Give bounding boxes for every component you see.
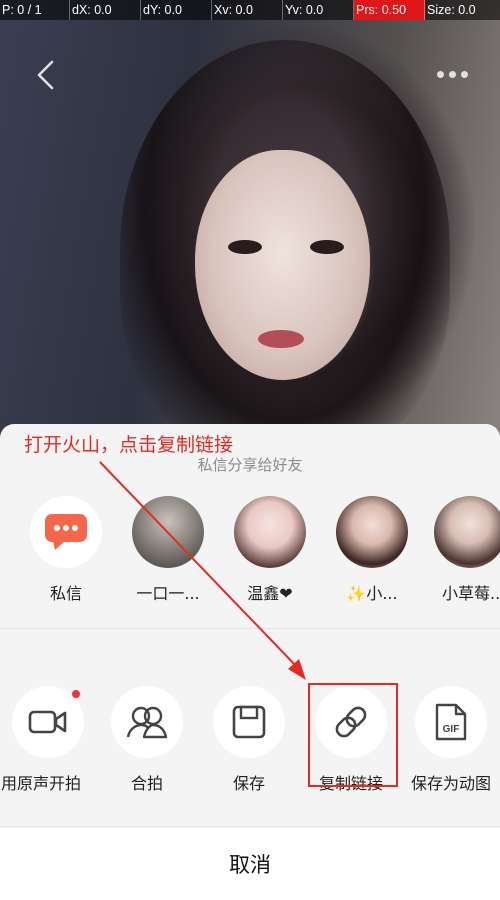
- friend-name: 小草莓...: [442, 584, 500, 603]
- friend-avatar: [434, 496, 500, 568]
- action-label: 合拍: [130, 774, 163, 793]
- video-camera-icon: [28, 710, 67, 734]
- share-sheet-title: 私信分享给好友: [197, 456, 303, 474]
- friend-item-private-message[interactable]: 私信: [16, 496, 116, 616]
- video-eye-left: [228, 240, 262, 254]
- section-divider: [0, 826, 500, 827]
- back-button[interactable]: [30, 58, 60, 92]
- message-bubble-icon: [45, 514, 87, 550]
- notification-badge: [72, 690, 80, 698]
- friend-avatar: [30, 496, 102, 568]
- friend-item[interactable]: 一口一...: [118, 496, 218, 616]
- friend-avatar: [132, 496, 204, 568]
- annotation-highlight-box: [308, 683, 398, 787]
- action-circle: [213, 686, 285, 758]
- cancel-button[interactable]: 取消: [0, 828, 500, 900]
- action-save[interactable]: 保存: [198, 686, 300, 806]
- save-icon: [232, 705, 266, 739]
- share-sheet: 私信分享给好友 私信 一口一... 温鑫❤ ✨小... 小草莓... 用原声开拍…: [0, 424, 500, 900]
- debug-cell-yv: Yv: 0.0: [283, 0, 354, 20]
- friend-name: 一口一...: [136, 584, 200, 603]
- action-save-as-gif[interactable]: GIF 保存为动图: [400, 686, 500, 806]
- section-divider: [0, 628, 500, 629]
- action-label: 用原声开拍: [0, 774, 81, 793]
- friend-item[interactable]: 小草莓...: [420, 496, 500, 616]
- video-lips-shape: [258, 330, 304, 348]
- video-eye-right: [310, 240, 344, 254]
- friend-avatar: [336, 496, 408, 568]
- debug-cell-xv: Xv: 0.0: [212, 0, 283, 20]
- debug-cell-dy: dY: 0.0: [141, 0, 212, 20]
- action-label: 保存为动图: [410, 774, 491, 793]
- action-duet[interactable]: 合拍: [96, 686, 198, 806]
- more-options-button[interactable]: [430, 64, 474, 84]
- friend-avatar: [234, 496, 306, 568]
- friend-name: 温鑫❤: [247, 584, 293, 603]
- gif-file-icon: GIF: [435, 703, 467, 741]
- action-circle: [111, 686, 183, 758]
- duet-people-icon: [126, 706, 168, 739]
- debug-cell-pointer: P: 0 / 1: [0, 0, 70, 20]
- action-circle: [12, 686, 84, 758]
- friend-item[interactable]: 温鑫❤: [220, 496, 320, 616]
- friend-name: 私信: [49, 584, 82, 603]
- action-label: 保存: [232, 774, 265, 793]
- svg-text:GIF: GIF: [443, 724, 460, 735]
- action-original-sound-shoot[interactable]: 用原声开拍: [0, 686, 100, 806]
- debug-cell-size: Size: 0.0: [427, 3, 476, 17]
- debug-status-bar: P: 0 / 1 dX: 0.0 dY: 0.0 Xv: 0.0 Yv: 0.0…: [0, 0, 500, 20]
- annotation-instruction-text: 打开火山，点击复制链接: [24, 434, 234, 456]
- debug-cell-dx: dX: 0.0: [70, 0, 141, 20]
- more-dots-icon: [436, 70, 444, 78]
- cancel-label: 取消: [229, 853, 271, 877]
- friend-name: ✨小...: [346, 584, 398, 603]
- actions-row: 用原声开拍 合拍 保存 复制链接 GIF 保存为动图: [0, 686, 500, 806]
- chevron-left-icon: [37, 60, 54, 90]
- friend-item[interactable]: ✨小...: [322, 496, 422, 616]
- debug-cell-pressure: Prs: 0.50: [354, 0, 425, 20]
- video-background[interactable]: [0, 0, 500, 440]
- friends-row: 私信 一口一... 温鑫❤ ✨小... 小草莓...: [0, 496, 500, 616]
- action-circle: GIF: [415, 686, 487, 758]
